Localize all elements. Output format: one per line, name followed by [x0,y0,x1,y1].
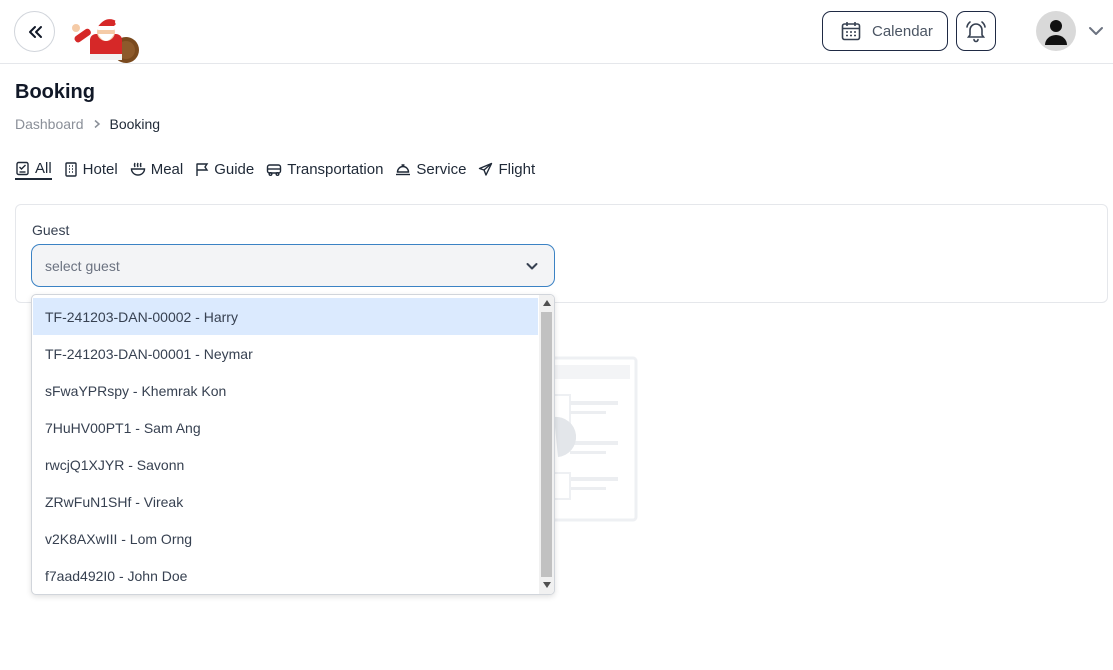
tab-meal[interactable]: Meal [130,158,184,180]
tab-label: Flight [498,160,536,178]
calendar-button[interactable]: Calendar [822,11,948,51]
booking-type-tabs: All Hotel Meal Guide Transportation Serv… [15,158,535,180]
guest-option[interactable]: sFwaYPRspy - Khemrak Kon [33,372,538,409]
notifications-button[interactable] [956,11,996,51]
user-avatar[interactable] [1036,11,1076,51]
bus-icon [267,163,282,176]
user-icon [1045,20,1067,45]
chevron-right-icon [94,119,100,129]
tab-label: All [35,159,52,177]
tab-guide[interactable]: Guide [195,158,254,180]
guest-option[interactable]: TF-241203-DAN-00002 - Harry [33,298,538,335]
guest-options-list[interactable]: TF-241203-DAN-00002 - Harry TF-241203-DA… [31,294,555,595]
guest-option[interactable]: rwcjQ1XJYR - Savonn [33,446,538,483]
tab-transportation[interactable]: Transportation [266,158,383,180]
top-bar: Calendar [0,0,1113,64]
checklist-icon [16,161,29,175]
scroll-down-arrow[interactable] [539,579,554,591]
tab-service[interactable]: Service [395,158,466,180]
plane-icon [479,162,493,176]
triangle-down-icon [542,582,551,588]
santa-logo [72,19,139,63]
guest-option[interactable]: 7HuHV00PT1 - Sam Ang [33,409,538,446]
double-chevron-left-icon [28,25,42,38]
page-title: Booking [15,81,95,103]
tab-all[interactable]: All [15,158,52,180]
guest-option[interactable]: TF-241203-DAN-00001 - Neymar [33,335,538,372]
collapse-sidebar-button[interactable] [14,11,55,52]
tab-label: Hotel [82,160,118,178]
calendar-label: Calendar [872,22,933,40]
tab-label: Service [416,160,467,178]
tab-hotel[interactable]: Hotel [64,158,118,180]
scrollbar-thumb[interactable] [541,312,552,577]
flag-icon [196,162,209,176]
tab-label: Guide [214,160,255,178]
triangle-up-icon [542,300,551,306]
breadcrumb: Dashboard Booking [15,116,160,132]
tab-flight[interactable]: Flight [478,158,535,180]
guest-option[interactable]: ZRwFuN1SHf - Vireak [33,483,538,520]
calendar-icon [841,22,861,41]
building-icon [64,161,77,177]
guest-select-placeholder: select guest [45,257,120,274]
guest-select[interactable]: select guest [31,244,555,287]
dropdown-scrollbar[interactable] [539,295,554,594]
bowl-icon [130,162,145,176]
bell-icon [966,21,986,43]
breadcrumb-current: Booking [109,116,161,132]
tab-label: Meal [150,160,184,178]
breadcrumb-dashboard-link[interactable]: Dashboard [15,116,84,132]
concierge-icon [396,163,411,175]
guest-label: Guest [32,222,70,238]
chevron-down-icon [526,263,538,270]
empty-state-illustration [540,356,638,522]
chevron-down-icon[interactable] [1087,22,1105,40]
tab-label: Transportation [287,160,384,178]
scroll-up-arrow[interactable] [539,297,554,309]
guest-option[interactable]: v2K8AXwIII - Lom Orng [33,520,538,557]
guest-option[interactable]: f7aad492I0 - John Doe [33,557,538,594]
